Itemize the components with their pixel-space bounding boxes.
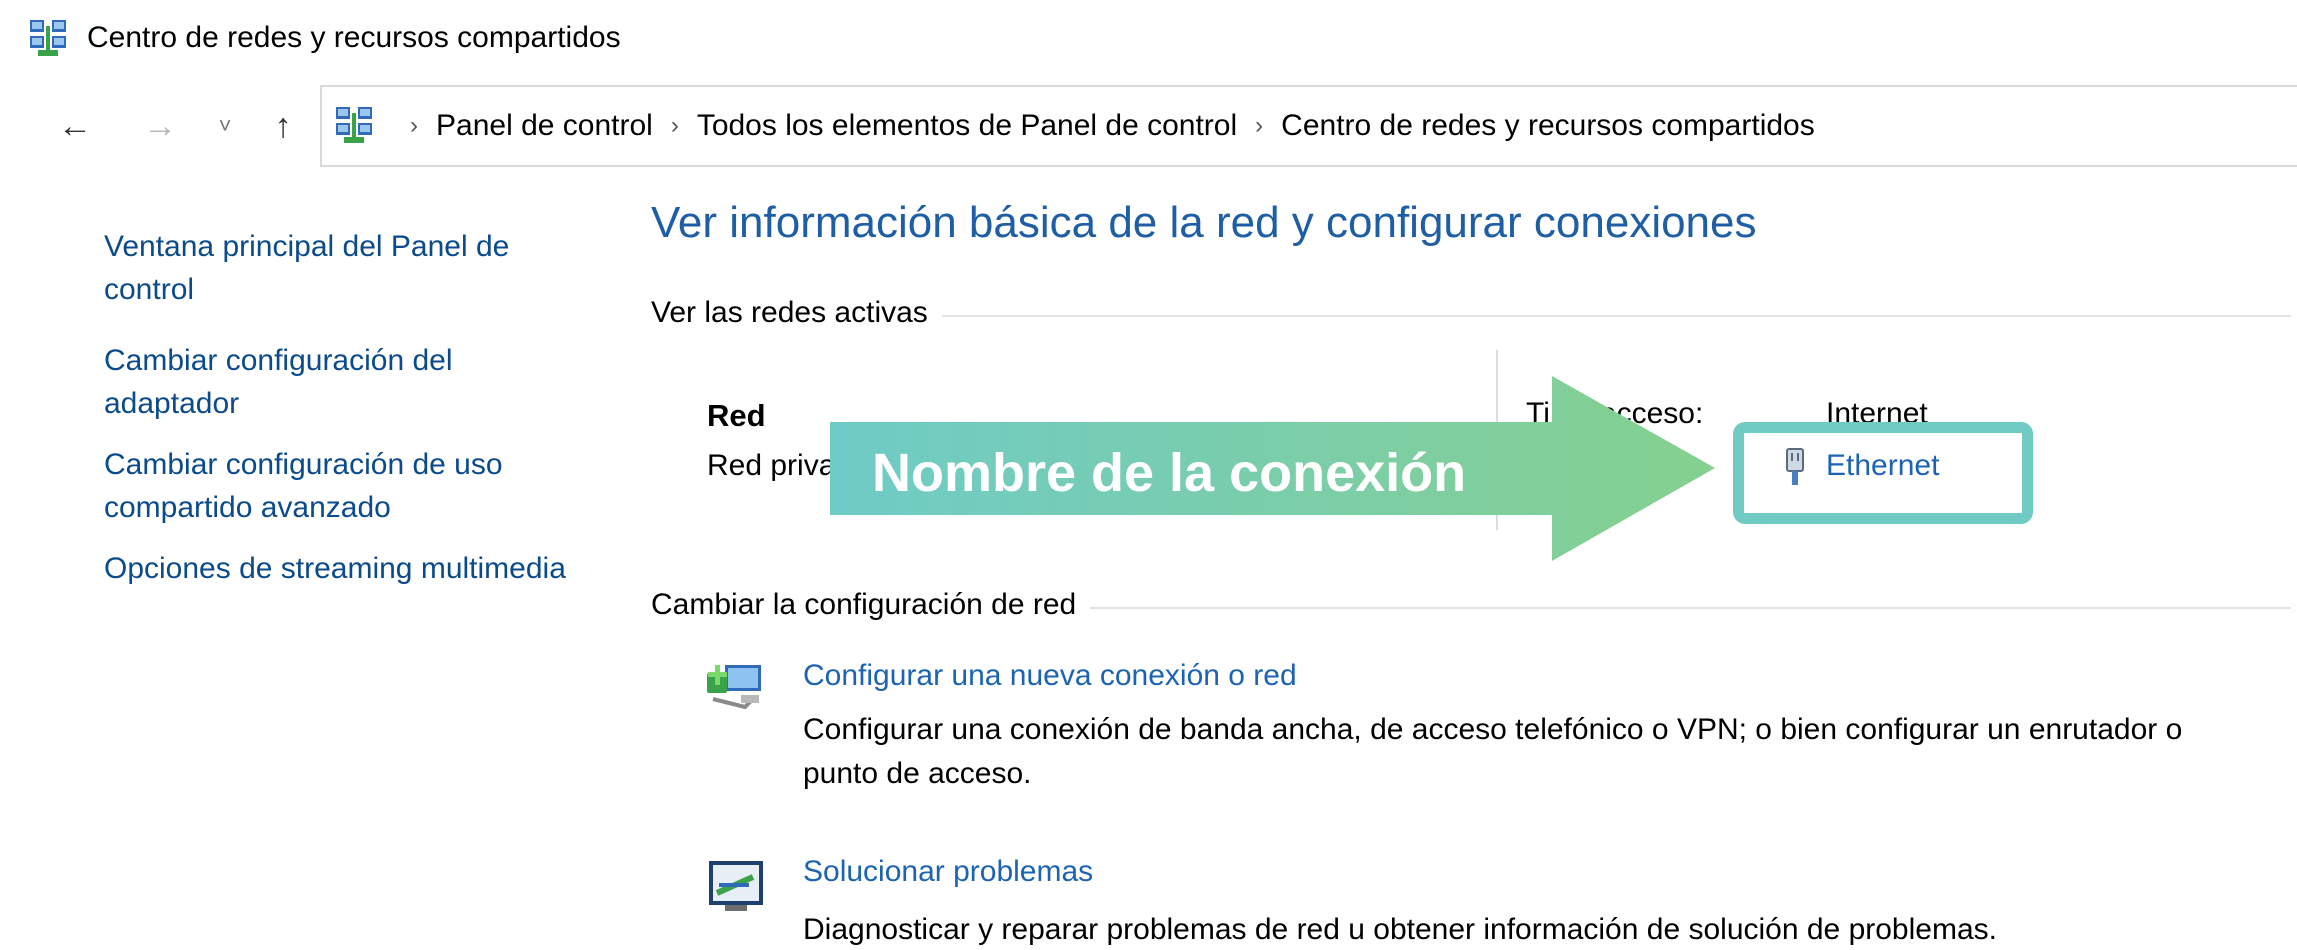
annotation-label: Nombre de la conexión (872, 443, 1467, 503)
change-network-settings-header: Cambiar la configuración de red (651, 585, 2291, 625)
navigation-bar: ← → ˅ ↑ › Panel de control › Todos los e… (0, 85, 2297, 167)
breadcrumb-separator-icon[interactable]: › (410, 112, 418, 140)
network-name: Red (707, 398, 766, 433)
address-bar[interactable]: › Panel de control › Todos los elementos… (320, 85, 2297, 167)
setup-new-connection-description: Configurar una conexión de banda ancha, … (803, 713, 2183, 790)
breadcrumb-separator-icon[interactable]: › (1255, 112, 1263, 140)
sidebar-item-advanced-sharing-settings[interactable]: Cambiar configuración de uso compartido … (104, 443, 594, 529)
breadcrumb-panel-de-control[interactable]: Panel de control (436, 109, 653, 143)
window-title: Centro de redes y recursos compartidos (87, 21, 621, 54)
back-arrow-icon[interactable]: ← (50, 103, 100, 149)
up-arrow-icon[interactable]: ↑ (258, 103, 308, 149)
breadcrumb: › Panel de control › Todos los elementos… (392, 87, 1815, 165)
sidebar-item-control-panel-home[interactable]: Ventana principal del Panel de control (104, 225, 594, 311)
title-bar: Centro de redes y recursos compartidos (0, 0, 2297, 75)
breadcrumb-separator-icon[interactable]: › (671, 112, 679, 140)
page-title: Ver información básica de la red y confi… (651, 198, 1757, 247)
network-type[interactable]: Red priva (707, 445, 835, 487)
change-network-settings-label: Cambiar la configuración de red (651, 585, 1091, 625)
troubleshoot-problems-description: Diagnosticar y reparar problemas de red … (803, 913, 1997, 946)
active-networks-label: Ver las redes activas (651, 293, 942, 333)
sidebar-item-change-adapter-settings[interactable]: Cambiar configuración del adaptador (104, 339, 594, 425)
breadcrumb-todos-los-elementos[interactable]: Todos los elementos de Panel de control (697, 109, 1237, 143)
setup-new-connection-link[interactable]: Configurar una nueva conexión o red (803, 655, 1297, 697)
network-center-icon (336, 107, 372, 143)
breadcrumb-centro-de-redes[interactable]: Centro de redes y recursos compartidos (1281, 109, 1815, 143)
sidebar: Ventana principal del Panel de control C… (104, 225, 594, 608)
troubleshoot-problems-link[interactable]: Solucionar problemas (803, 851, 1093, 893)
recent-locations-chevron-icon[interactable]: ˅ (205, 103, 245, 149)
troubleshoot-icon (709, 861, 763, 911)
active-networks-section-header: Ver las redes activas (651, 293, 2291, 333)
network-center-icon (30, 20, 66, 56)
forward-arrow-icon[interactable]: → (135, 103, 185, 149)
network-sharing-center-window: Centro de redes y recursos compartidos ←… (0, 0, 2297, 950)
annotation-highlight-box (1733, 422, 2033, 524)
new-connection-icon (707, 665, 761, 710)
sidebar-item-media-streaming-options[interactable]: Opciones de streaming multimedia (104, 547, 594, 590)
